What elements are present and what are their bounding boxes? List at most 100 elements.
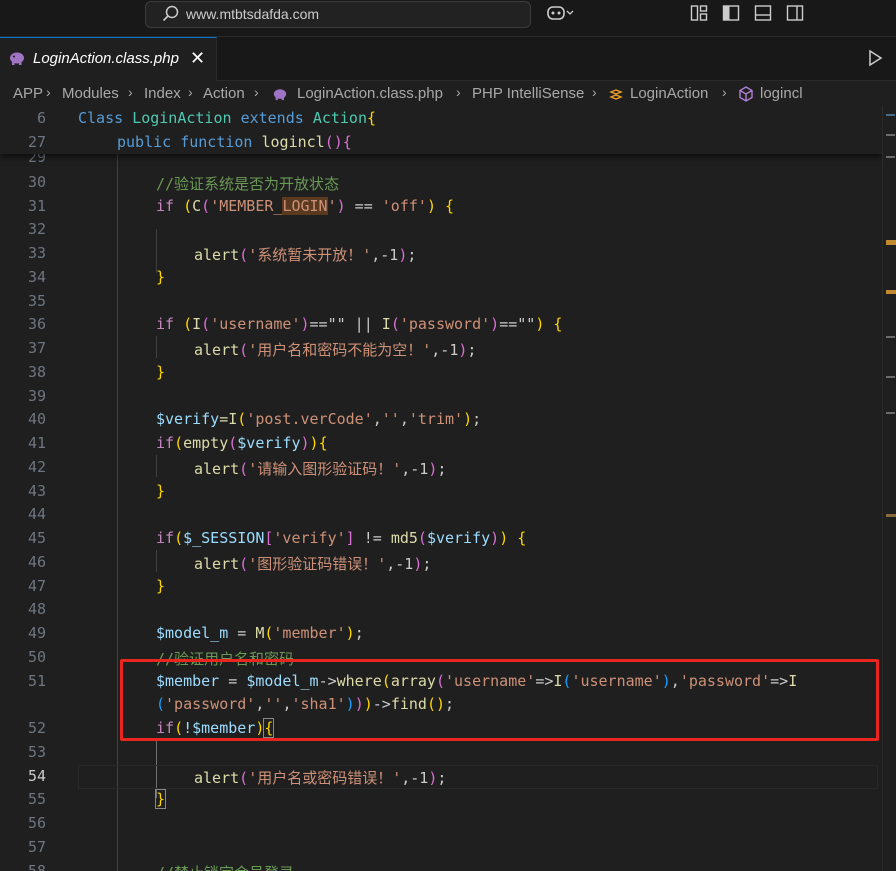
chevron-right-icon: › [456,84,461,100]
string: '图形验证码错误！' [248,555,387,573]
operator: =="" [499,315,536,333]
code-line: alert('请输入图形验证码！',-1); [194,460,447,478]
breadcrumb-app[interactable]: APP [13,85,43,102]
operator: != [354,529,391,547]
indent-guide [117,154,118,871]
keyword: if [156,434,175,452]
run-icon[interactable] [866,49,884,67]
sticky-scroll[interactable]: 6 Class LoginAction extends Action{ 27 p… [0,106,882,154]
function-name: empty [183,434,229,452]
function-name: md5 [390,529,418,547]
string: 'off' [381,197,427,215]
code-line: alert('系统暂未开放！',-1); [194,246,417,264]
string: 'password' [399,315,491,333]
function-name: I [192,315,202,333]
line-number: 34 [27,268,46,286]
line-number: 57 [27,838,46,856]
chevron-right-icon: › [188,84,193,100]
code-line: alert('用户名或密码错误！',-1); [194,769,447,787]
string: '系统暂未开放！' [248,246,372,264]
brace: } [156,363,166,381]
code-line: $model_m = M('member'); [156,624,364,642]
class-name: LoginAction [132,109,232,127]
breadcrumb-intellisense[interactable]: PHP IntelliSense [472,85,584,102]
function-name: C [192,197,202,215]
line-number: 44 [27,505,46,523]
string: '用户名和密码不能为空！' [248,341,432,359]
chevron-right-icon: › [592,84,597,100]
scroll-marker [886,290,896,294]
brace: { [445,197,455,215]
line-number: 56 [27,814,46,832]
scroll-marker [886,134,895,136]
brace: } [156,482,166,500]
string: 'verify' [273,529,346,547]
code-line: $verify=I('post.verCode','','trim'); [156,410,482,428]
line-number: 32 [27,220,46,238]
chevron-right-icon: › [254,84,259,100]
function-name: alert [194,460,240,478]
copilot-icon[interactable] [546,4,574,22]
string: 'post.verCode' [246,410,373,428]
brace: { [342,133,352,151]
line-number: 58 [27,862,46,871]
breadcrumb-class[interactable]: LoginAction [630,85,708,102]
tab-loginaction[interactable]: LoginAction.class.php ✕ [0,37,217,81]
variable: $verify [237,434,301,452]
code-line: alert('用户名和密码不能为空！',-1); [194,341,477,359]
scrollbar-minimap[interactable] [882,106,896,871]
string: ' [327,197,337,215]
line-number: 52 [27,719,46,737]
breadcrumb-modules[interactable]: Modules [62,85,119,102]
line-number: 36 [27,315,46,333]
function-name: alert [194,246,240,264]
highlight-annotation-box [120,659,879,741]
keyword: if [156,197,175,215]
string: '用户名或密码错误！' [248,769,402,787]
variable: $verify [426,529,491,547]
code-line: if (I('username')=="" || I('password')==… [156,315,563,333]
line-number: 54 [27,767,46,785]
argument: ,-1 [401,460,429,478]
operator: =="" || [309,315,382,333]
line-number: 41 [27,434,46,452]
keyword: Class [78,109,124,127]
customize-layout-icon[interactable] [690,4,708,22]
class-symbol-icon [609,89,623,100]
brace-match: } [154,789,167,809]
string: '' [381,410,400,428]
keyword: function [180,133,253,151]
editor-tab-bar: LoginAction.class.php ✕ [0,37,896,81]
breadcrumb-action[interactable]: Action [203,85,245,102]
function-name: alert [194,555,240,573]
brace: { [367,109,377,127]
class-name: Action [312,109,367,127]
command-center-search[interactable]: www.mtbtsdafda.com [145,1,531,28]
chevron-right-icon: › [128,84,133,100]
variable: $_SESSION [183,529,265,547]
line-number: 47 [27,577,46,595]
toggle-secondary-sidebar-icon[interactable] [786,4,804,22]
line-number: 37 [27,339,46,357]
toggle-panel-icon[interactable] [754,4,772,22]
breadcrumb-file[interactable]: LoginAction.class.php [297,85,443,102]
keyword: if [156,529,175,547]
code-line: public function logincl(){ [117,133,352,151]
function-name: =I [219,410,238,428]
breadcrumb-index[interactable]: Index [144,85,181,102]
scroll-marker [886,114,895,116]
breadcrumb-method[interactable]: logincl [760,85,803,102]
chevron-right-icon: › [722,84,727,100]
function-name: alert [194,769,240,787]
line-number: 43 [27,482,46,500]
code-line: if($_SESSION['verify'] != md5($verify)) … [156,529,527,547]
method-symbol-icon [739,86,753,102]
php-elephant-icon [273,89,287,101]
code-line: alert('图形验证码错误！',-1); [194,555,432,573]
chevron-right-icon: › [46,84,51,100]
toggle-primary-sidebar-icon[interactable] [722,4,740,22]
line-number: 50 [27,648,46,666]
variable: $model_m [156,624,229,642]
close-tab-button[interactable]: ✕ [190,49,205,67]
code-editor[interactable]: 6 Class LoginAction extends Action{ 27 p… [0,106,882,871]
